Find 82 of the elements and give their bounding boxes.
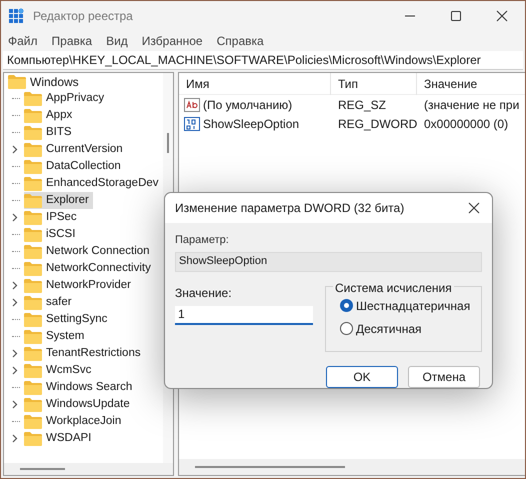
scrollbar-thumb[interactable] xyxy=(167,133,169,153)
radio-label[interactable]: Шестнадцатеричная xyxy=(356,296,470,314)
tree-item[interactable]: WcmSvc xyxy=(24,362,96,379)
scrollbar-thumb[interactable] xyxy=(195,466,345,468)
cancel-button[interactable]: Отмена xyxy=(408,366,480,388)
menu-item[interactable]: Справка xyxy=(216,32,264,50)
folder-icon xyxy=(24,432,42,446)
tree-item[interactable]: safer xyxy=(24,294,76,311)
tree-item[interactable]: Appx xyxy=(24,107,76,124)
folder-icon xyxy=(24,380,42,394)
folder-icon xyxy=(24,92,42,106)
column-header[interactable]: Имя xyxy=(179,72,331,94)
folder-icon xyxy=(24,346,42,360)
folder-icon xyxy=(24,126,42,140)
folder-icon xyxy=(24,108,42,122)
column-header[interactable]: Тип xyxy=(331,72,417,94)
chevron-icon[interactable] xyxy=(12,145,18,154)
tree-item[interactable]: EnhancedStorageDev xyxy=(24,175,163,192)
column-header[interactable]: Значение xyxy=(417,72,525,94)
tree-item[interactable]: Explorer xyxy=(24,192,93,209)
folder-icon xyxy=(24,210,42,224)
field-label: Значение: xyxy=(175,284,233,302)
folder-icon xyxy=(24,312,42,326)
radio-button[interactable] xyxy=(340,322,353,335)
folder-icon xyxy=(24,278,42,292)
folder-icon xyxy=(8,74,26,88)
tree-item[interactable]: IPSec xyxy=(24,209,81,226)
menu-item[interactable]: Вид xyxy=(106,32,128,50)
tree-item[interactable]: Windows Search xyxy=(24,379,136,396)
value-field[interactable]: 1 xyxy=(175,306,313,324)
folder-icon xyxy=(24,364,42,378)
table-cell-text: REG_DWORD xyxy=(337,116,417,132)
chevron-icon[interactable] xyxy=(12,400,18,409)
folder-icon xyxy=(24,330,42,344)
tree-item[interactable]: WSDAPI xyxy=(24,430,96,447)
tree-item[interactable]: iSCSI xyxy=(24,226,80,243)
folder-icon xyxy=(24,414,42,428)
folder-icon xyxy=(24,176,42,190)
close-icon[interactable] xyxy=(468,202,480,214)
radio-button[interactable] xyxy=(340,299,353,312)
tree-item[interactable]: NetworkConnectivity xyxy=(24,260,155,277)
ok-button[interactable]: OK xyxy=(326,366,398,388)
registry-icon xyxy=(9,8,25,24)
table-cell-text: (По умолчанию) xyxy=(203,96,292,114)
tree-item[interactable]: WindowsUpdate xyxy=(24,396,134,413)
tree-item[interactable]: SettingSync xyxy=(24,311,112,328)
window-title: Редактор реестра xyxy=(33,8,133,25)
folder-icon xyxy=(24,244,42,258)
string-value-icon xyxy=(184,98,200,112)
table-cell-text: REG_SZ xyxy=(337,96,388,114)
menu-item[interactable]: Избранное xyxy=(142,32,203,50)
folder-icon xyxy=(24,142,42,156)
tree-item[interactable]: Windows xyxy=(30,73,79,90)
dialog-title: Изменение параметра DWORD (32 бита) xyxy=(175,200,404,217)
tree-item[interactable]: CurrentVersion xyxy=(24,141,127,158)
folder-icon xyxy=(24,262,42,276)
menu-item[interactable]: Правка xyxy=(52,32,92,50)
tree-item[interactable]: NetworkProvider xyxy=(24,277,135,294)
folder-icon xyxy=(24,160,42,174)
scrollbar-thumb[interactable] xyxy=(20,468,65,470)
address-bar[interactable]: Компьютер\HKEY_LOCAL_MACHINE\SOFTWARE\Policies\Microsoft\Windows\Explorer xyxy=(3,51,523,70)
tree-item[interactable]: WorkplaceJoin xyxy=(24,413,126,430)
table-cell-text: 0x00000000 (0) xyxy=(423,116,510,132)
chevron-icon[interactable] xyxy=(12,434,18,443)
field-label: Параметр: xyxy=(175,233,230,248)
table-cell-text: (значение не при xyxy=(423,96,520,114)
tree-item[interactable]: Network Connection xyxy=(24,243,154,260)
folder-icon xyxy=(24,194,42,208)
tree-item[interactable]: BITS xyxy=(24,124,76,141)
tree-item[interactable]: TenantRestrictions xyxy=(24,345,145,362)
tree-item[interactable]: AppPrivacy xyxy=(24,90,108,107)
table-cell-text: ShowSleepOption xyxy=(203,116,300,132)
folder-icon xyxy=(24,296,42,310)
folder-icon xyxy=(24,228,42,242)
tree-item[interactable]: DataCollection xyxy=(24,158,125,175)
chevron-icon[interactable] xyxy=(12,213,18,222)
tree-item[interactable]: System xyxy=(24,328,88,345)
binary-value-icon xyxy=(184,116,200,130)
radio-label[interactable]: Десятичная xyxy=(356,320,422,338)
name-field: ShowSleepOption xyxy=(175,252,482,272)
folder-icon xyxy=(24,398,42,412)
menu-item[interactable]: Файл xyxy=(8,32,38,50)
